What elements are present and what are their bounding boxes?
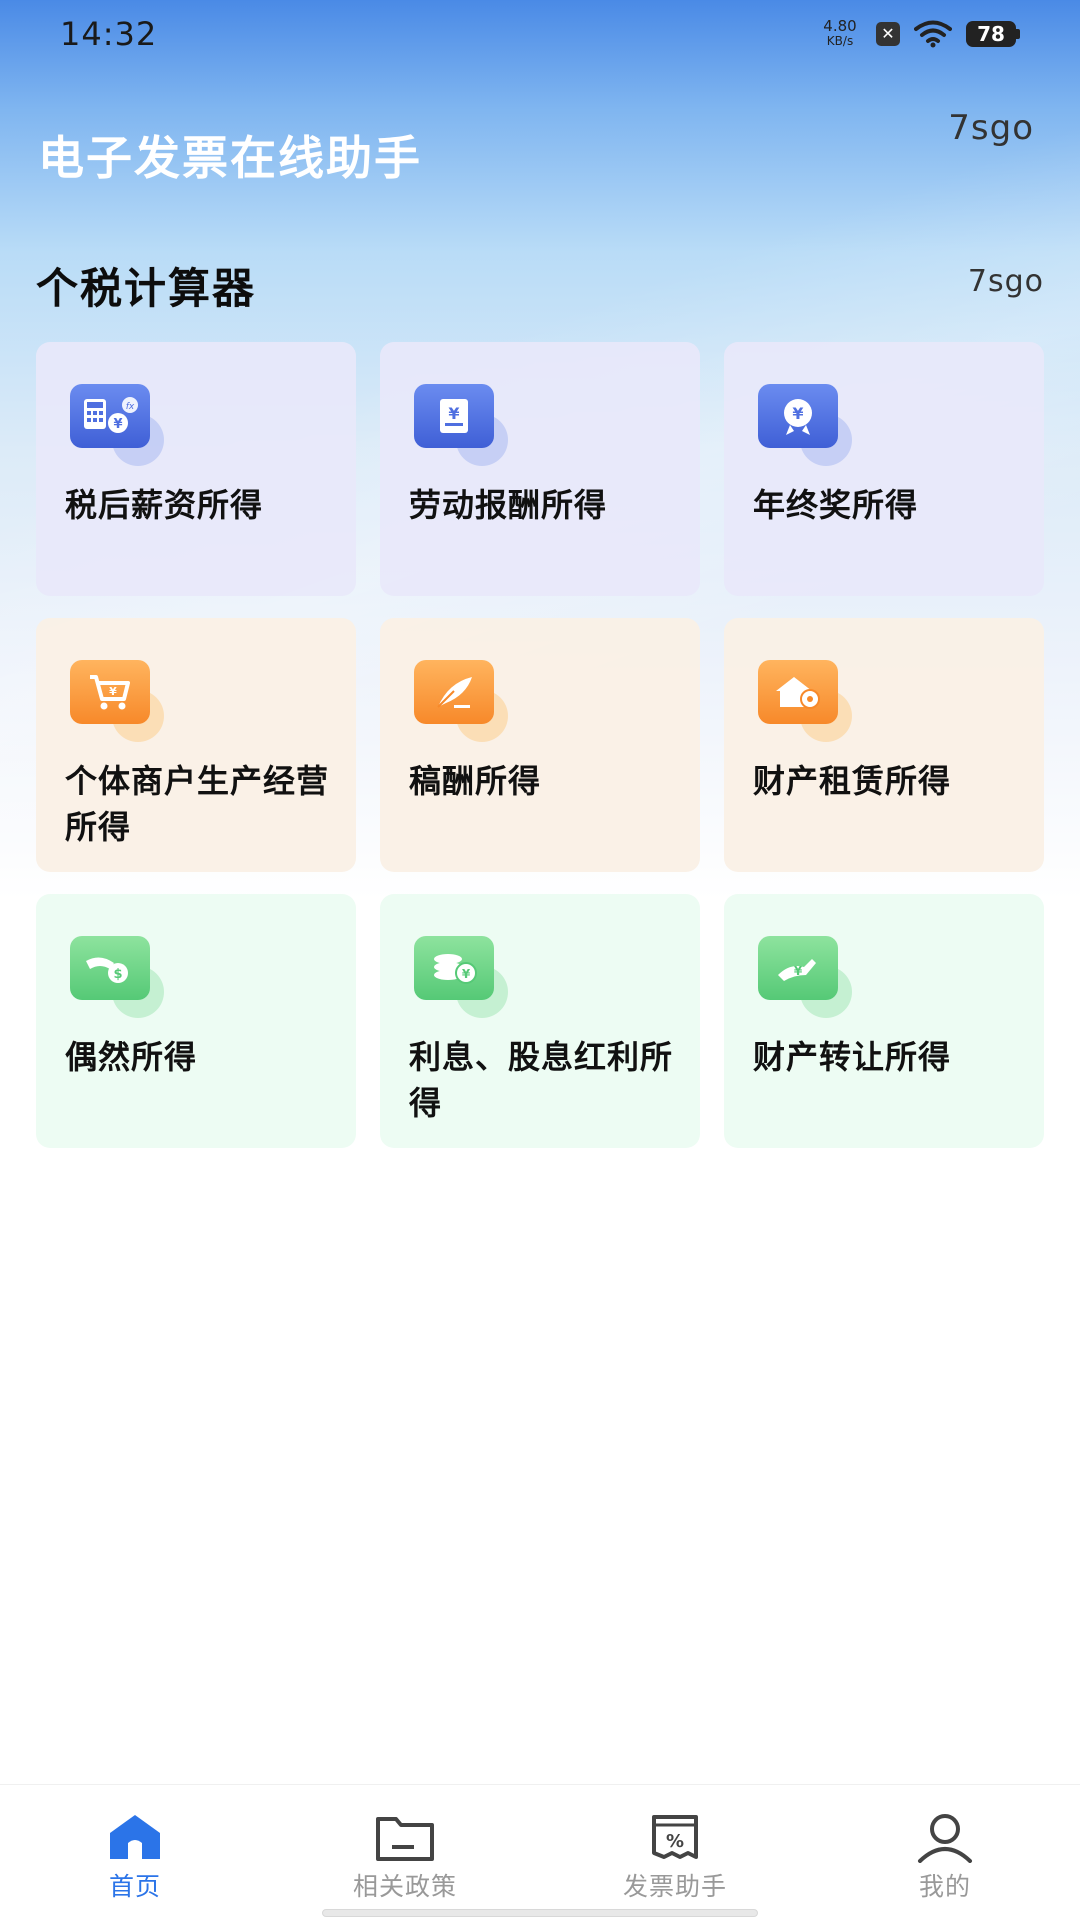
network-speed-value: 4.80 <box>823 17 857 35</box>
watermark-text-section: 7sgo <box>967 264 1044 299</box>
calculator-card-individual-business[interactable]: ¥ 个体商户生产经营所得 <box>36 618 356 872</box>
card-label: 利息、股息红利所得 <box>409 1038 674 1122</box>
svg-text:¥: ¥ <box>109 685 117 698</box>
cash-hand-icon: $ <box>70 936 150 1000</box>
card-label: 年终奖所得 <box>753 486 919 524</box>
calculator-grid: ¥ fx 税后薪资所得 ¥ 劳动报酬所得 ¥ 年终奖所得 ¥ 个体商户生产经营所… <box>36 342 1044 1148</box>
user-icon <box>918 1814 972 1863</box>
app-title: 电子发票在线助手 <box>38 131 422 185</box>
calculator-card-incidental-income[interactable]: $ 偶然所得 <box>36 894 356 1148</box>
tab-label: 首页 <box>108 1872 161 1901</box>
section-title: 个税计算器 <box>36 264 257 313</box>
close-box-icon: ✕ <box>876 22 900 46</box>
svg-text:fx: fx <box>126 402 135 412</box>
labor-remuneration-icon: ¥ <box>414 384 494 448</box>
tab-mine[interactable]: 我的 <box>810 1785 1080 1920</box>
card-label: 稿酬所得 <box>409 762 542 800</box>
status-time: 14:32 <box>60 15 158 53</box>
card-label: 财产租赁所得 <box>753 762 952 800</box>
invoice-percent-icon: % <box>652 1815 698 1859</box>
network-speed: 4.80 KB/s <box>818 19 862 49</box>
tab-label: 我的 <box>918 1872 971 1901</box>
bottom-tab-bar: 首页 相关政策 % 发票助手 我的 <box>0 1784 1080 1920</box>
wifi-icon <box>914 20 952 48</box>
calculator-card-manuscript-fee[interactable]: 稿酬所得 <box>380 618 700 872</box>
svg-text:¥: ¥ <box>448 404 459 423</box>
calculator-card-property-lease[interactable]: 财产租赁所得 <box>724 618 1044 872</box>
calculator-card-labor-remuneration[interactable]: ¥ 劳动报酬所得 <box>380 342 700 596</box>
quill-icon <box>414 660 494 724</box>
card-label: 个体商户生产经营所得 <box>65 762 330 846</box>
card-label: 偶然所得 <box>65 1038 198 1076</box>
card-label: 劳动报酬所得 <box>409 486 608 524</box>
tab-home[interactable]: 首页 <box>0 1785 270 1920</box>
tab-invoice-assistant[interactable]: % 发票助手 <box>540 1785 810 1920</box>
calculator-card-year-end-bonus[interactable]: ¥ 年终奖所得 <box>724 342 1044 596</box>
year-end-bonus-icon: ¥ <box>758 384 838 448</box>
tab-label: 发票助手 <box>622 1872 727 1901</box>
watermark-text: 7sgo <box>948 108 1034 148</box>
svg-text:¥: ¥ <box>462 967 471 981</box>
coins-icon: ¥ <box>414 936 494 1000</box>
calculator-card-after-tax-salary[interactable]: ¥ fx 税后薪资所得 <box>36 342 356 596</box>
svg-text:¥: ¥ <box>792 404 803 423</box>
svg-text:$: $ <box>113 967 122 982</box>
card-label: 税后薪资所得 <box>65 486 264 524</box>
status-icons: 4.80 KB/s ✕ 78 <box>818 19 1020 49</box>
battery-level: 78 <box>966 21 1016 47</box>
home-indicator[interactable] <box>322 1909 758 1917</box>
salary-calculator-icon: ¥ fx <box>70 384 150 448</box>
svg-text:¥: ¥ <box>794 964 803 978</box>
home-icon <box>110 1815 160 1859</box>
tab-policies[interactable]: 相关政策 <box>270 1785 540 1920</box>
house-key-icon <box>758 660 838 724</box>
status-bar: 14:32 4.80 KB/s ✕ 78 <box>0 0 1080 68</box>
calculator-card-interest-dividends[interactable]: ¥ 利息、股息红利所得 <box>380 894 700 1148</box>
transfer-hand-icon: ¥ <box>758 936 838 1000</box>
card-label: 财产转让所得 <box>753 1038 952 1076</box>
folder-icon <box>376 1817 434 1861</box>
battery-icon: 78 <box>966 21 1020 47</box>
shopping-cart-icon: ¥ <box>70 660 150 724</box>
svg-text:%: % <box>666 1831 684 1852</box>
tab-label: 相关政策 <box>352 1872 457 1901</box>
calculator-card-property-transfer[interactable]: ¥ 财产转让所得 <box>724 894 1044 1148</box>
network-speed-unit: KB/s <box>826 34 854 48</box>
svg-text:¥: ¥ <box>113 417 122 432</box>
